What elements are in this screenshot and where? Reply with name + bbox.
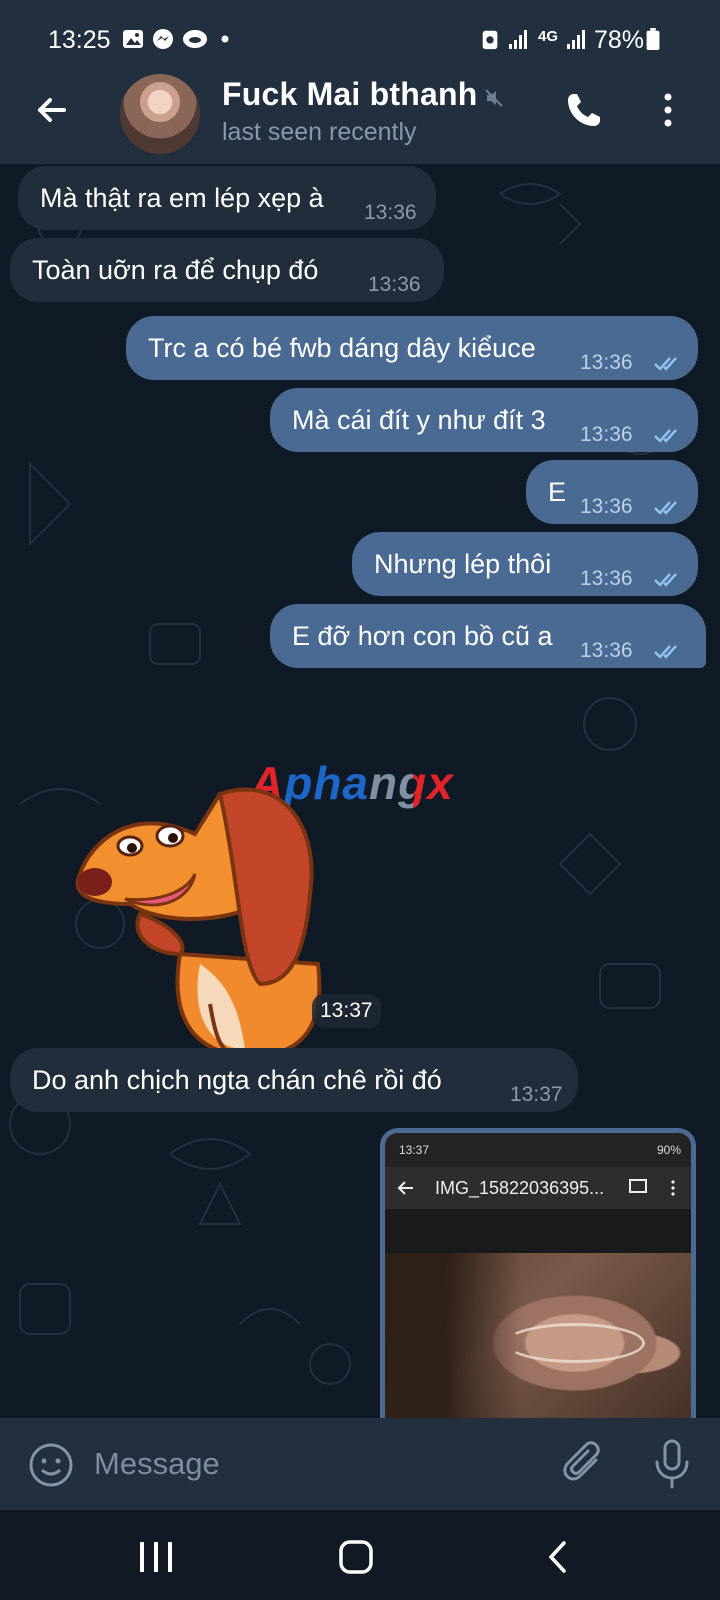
chat-messages-area[interactable]: Mà thật ra em lép xẹp à 13:36 Toàn uỡn r…: [0, 164, 720, 1418]
message-text: Trc a có bé fwb dáng dây kiểuce: [148, 333, 536, 363]
message-time: 13:36: [580, 639, 633, 662]
photo-attachment[interactable]: 13:37 90% IMG_15822036395...: [380, 1128, 696, 1418]
signal-icon-2: [567, 30, 585, 49]
phone-call-icon[interactable]: [564, 90, 604, 130]
photo-status-time: 13:37: [399, 1143, 430, 1157]
back-arrow-icon[interactable]: [30, 88, 74, 132]
photo-image: [385, 1253, 691, 1418]
messenger-icon: [153, 29, 173, 49]
photo-file-name: IMG_15822036395...: [435, 1178, 605, 1198]
message-text: Mà thật ra em lép xẹp à: [40, 183, 324, 213]
message-outgoing[interactable]: E 13:36: [526, 460, 698, 524]
read-ticks-icon: [654, 357, 677, 371]
network-type: 4G: [538, 28, 559, 45]
photo-status-bar: 13:37 90%: [385, 1133, 691, 1167]
message-time: 13:37: [510, 1083, 563, 1106]
battery-icon: [646, 28, 660, 50]
message-text: Mà cái đít y như đít 3: [292, 405, 546, 435]
message-outgoing[interactable]: Nhưng lép thôi 13:36: [352, 532, 698, 596]
message-time: 13:36: [580, 567, 633, 590]
app-icon: [183, 30, 207, 48]
read-ticks-icon: [654, 573, 677, 587]
recent-apps-icon[interactable]: [138, 1540, 174, 1574]
message-outgoing[interactable]: Trc a có bé fwb dáng dây kiểuce 13:36: [126, 316, 698, 380]
message-time: 13:36: [580, 495, 633, 518]
message-text: E đỡ hơn con bồ cũ a: [292, 621, 553, 651]
chat-header: Fuck Mai bthanh last seen recently: [0, 74, 720, 164]
message-incoming[interactable]: Toàn uỡn ra để chụp đó 13:36: [10, 238, 444, 302]
message-text: Toàn uỡn ra để chụp đó: [32, 255, 319, 285]
photo-back-icon: [397, 1181, 413, 1195]
message-time: 13:36: [368, 273, 421, 296]
last-seen-status: last seen recently: [222, 118, 417, 146]
message-composer: [0, 1418, 720, 1510]
battery-saver-icon: [482, 30, 498, 50]
back-nav-icon[interactable]: [546, 1540, 570, 1574]
dog-sticker-icon[interactable]: [70, 764, 340, 1064]
message-time: 13:36: [580, 423, 633, 446]
sticker-time: 13:37: [312, 994, 381, 1028]
message-input[interactable]: [94, 1440, 514, 1488]
photo-rope: [505, 1323, 645, 1363]
message-text: E: [548, 477, 567, 507]
avatar[interactable]: [120, 74, 200, 154]
read-ticks-icon: [654, 429, 677, 443]
gallery-icon: [123, 30, 143, 48]
chat-title[interactable]: Fuck Mai bthanh: [222, 76, 477, 113]
message-text: Do anh chịch ngta chán chê rồi đó: [32, 1065, 442, 1095]
microphone-icon[interactable]: [652, 1438, 692, 1490]
photo-dark-band: [385, 1209, 691, 1253]
system-navigation-bar: [0, 1510, 720, 1600]
status-time: 13:25: [48, 26, 111, 54]
message-outgoing[interactable]: E đỡ hơn con bồ cũ a 13:36: [270, 604, 706, 668]
home-icon[interactable]: [338, 1540, 374, 1574]
photo-status-battery: 90%: [656, 1143, 681, 1157]
status-bar: 13:25 4G 78%: [0, 0, 720, 80]
message-time: 13:36: [580, 351, 633, 374]
signal-icon: [509, 30, 527, 49]
battery-percent: 78%: [594, 26, 645, 54]
message-outgoing[interactable]: Mà cái đít y như đít 3 13:36: [270, 388, 698, 452]
more-options-icon[interactable]: [660, 92, 676, 128]
message-time: 13:36: [364, 201, 417, 224]
muted-icon: [485, 89, 503, 107]
emoji-icon[interactable]: [28, 1442, 74, 1488]
attach-icon[interactable]: [562, 1440, 608, 1488]
notification-dot-icon: [221, 35, 229, 43]
photo-message-icon: [629, 1179, 647, 1193]
message-incoming[interactable]: Mà thật ra em lép xẹp à 13:36: [18, 166, 436, 230]
photo-more-icon: [671, 1180, 675, 1196]
read-ticks-icon: [654, 645, 677, 659]
read-ticks-icon: [654, 501, 677, 515]
message-text: Nhưng lép thôi: [374, 549, 552, 579]
photo-toolbar: IMG_15822036395...: [385, 1167, 691, 1209]
message-incoming[interactable]: Do anh chịch ngta chán chê rồi đó 13:37: [10, 1048, 578, 1112]
